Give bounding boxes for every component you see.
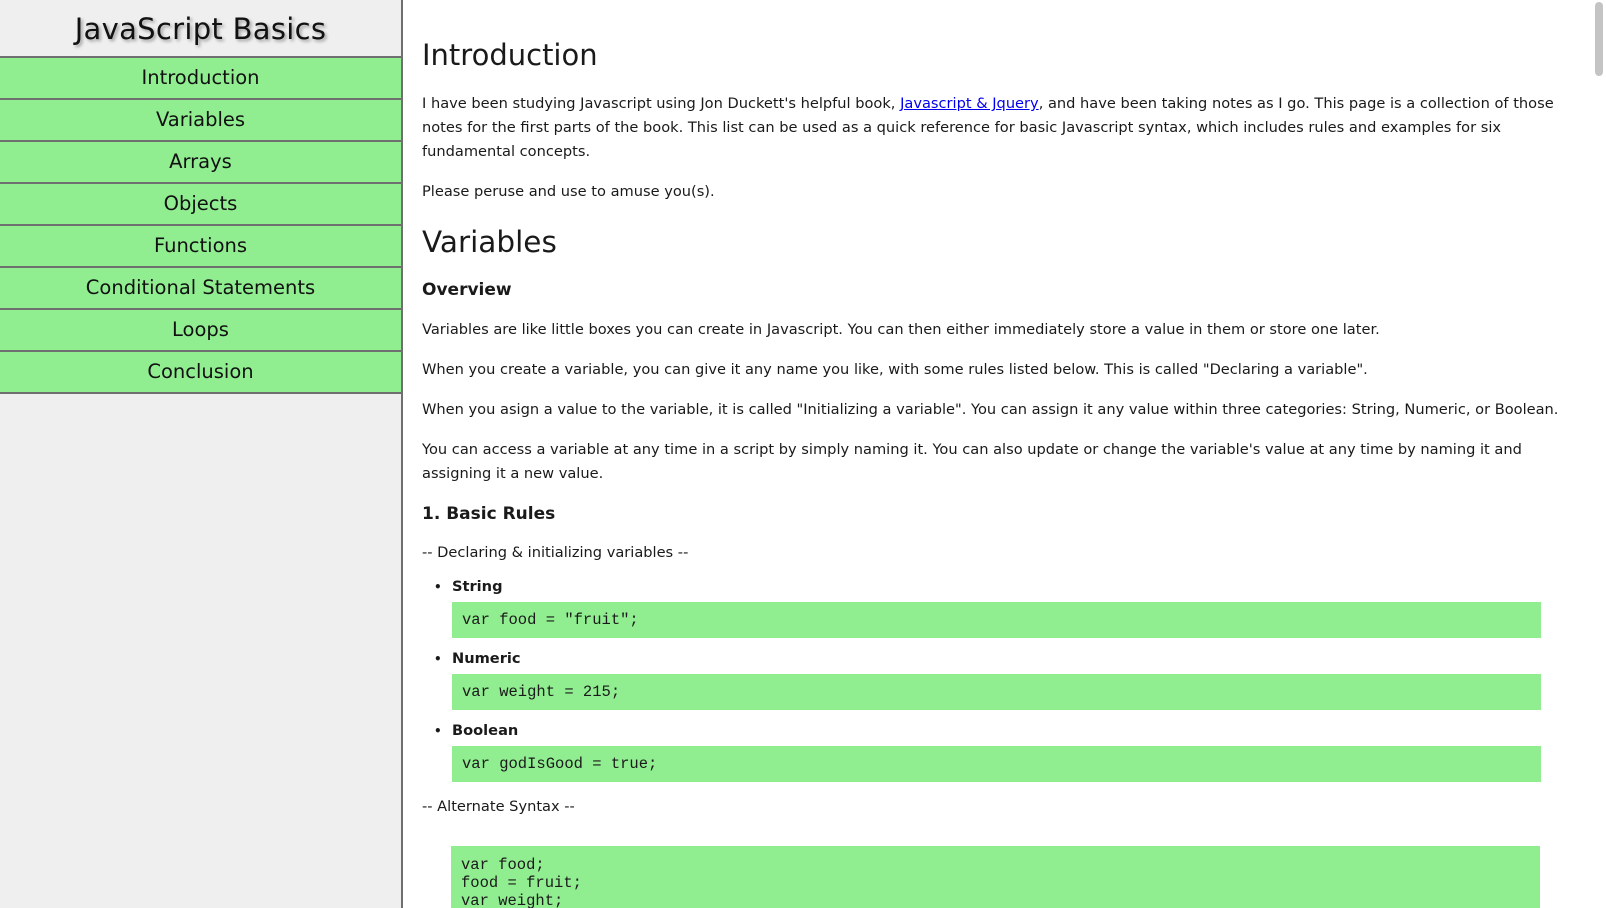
main-document: Introduction I have been studying Javasc… xyxy=(403,0,1589,908)
nav-link-arrays[interactable]: Arrays xyxy=(0,142,401,184)
variables-paragraph: Variables are like little boxes you can … xyxy=(422,321,1380,338)
nav-link-objects[interactable]: Objects xyxy=(0,184,401,226)
page-scrollbar[interactable] xyxy=(1589,0,1606,908)
sidebar-nav: JavaScript Basics Introduction Variables… xyxy=(0,0,403,908)
variable-types-list: String var food = "fruit"; Numeric var w… xyxy=(422,576,1573,782)
nav-link-variables[interactable]: Variables xyxy=(0,100,401,142)
list-item: Boolean var godIsGood = true; xyxy=(434,720,1573,782)
intro-paragraph: I have been studying Javascript using Jo… xyxy=(422,92,1573,164)
basic-rules-heading: 1. Basic Rules xyxy=(422,504,556,524)
nav-link-functions[interactable]: Functions xyxy=(0,226,401,268)
overview-heading: Overview xyxy=(422,280,512,300)
list-item: String var food = "fruit"; xyxy=(434,576,1573,638)
declaring-heading: -- Declaring & initializing variables -- xyxy=(422,544,689,561)
code-example-string: var food = "fruit"; xyxy=(452,602,1541,638)
alternate-syntax-heading: -- Alternate Syntax -- xyxy=(422,798,575,815)
intro-text-before-link: I have been studying Javascript using Jo… xyxy=(422,95,901,112)
section-title-introduction: Introduction xyxy=(422,38,598,72)
list-item: Numeric var weight = 215; xyxy=(434,648,1573,710)
nav-link-loops[interactable]: Loops xyxy=(0,310,401,352)
sidebar-title: JavaScript Basics xyxy=(0,0,401,58)
nav-link-conditional-statements[interactable]: Conditional Statements xyxy=(0,268,401,310)
intro-paragraph-2: Please peruse and use to amuse you(s). xyxy=(422,183,715,200)
book-link[interactable]: Javascript & Jquery xyxy=(900,95,1039,112)
code-example-numeric: var weight = 215; xyxy=(452,674,1541,710)
code-example-alternate-syntax: var food; food = fruit; var weight; weig… xyxy=(451,846,1540,908)
section-title-variables: Variables xyxy=(422,225,557,259)
type-label-string: String xyxy=(452,578,503,595)
scrollbar-thumb[interactable] xyxy=(1595,2,1603,76)
code-example-boolean: var godIsGood = true; xyxy=(452,746,1541,782)
nav-link-introduction[interactable]: Introduction xyxy=(0,58,401,100)
type-label-numeric: Numeric xyxy=(452,650,521,667)
variables-paragraph: You can access a variable at any time in… xyxy=(422,441,1522,482)
section-variables: Variables Overview Variables are like li… xyxy=(422,224,1573,908)
section-introduction: Introduction I have been studying Javasc… xyxy=(422,0,1573,204)
variables-paragraph: When you asign a value to the variable, … xyxy=(422,401,1559,418)
nav-link-conclusion[interactable]: Conclusion xyxy=(0,352,401,394)
variables-paragraph: When you create a variable, you can give… xyxy=(422,361,1368,378)
type-label-boolean: Boolean xyxy=(452,722,519,739)
